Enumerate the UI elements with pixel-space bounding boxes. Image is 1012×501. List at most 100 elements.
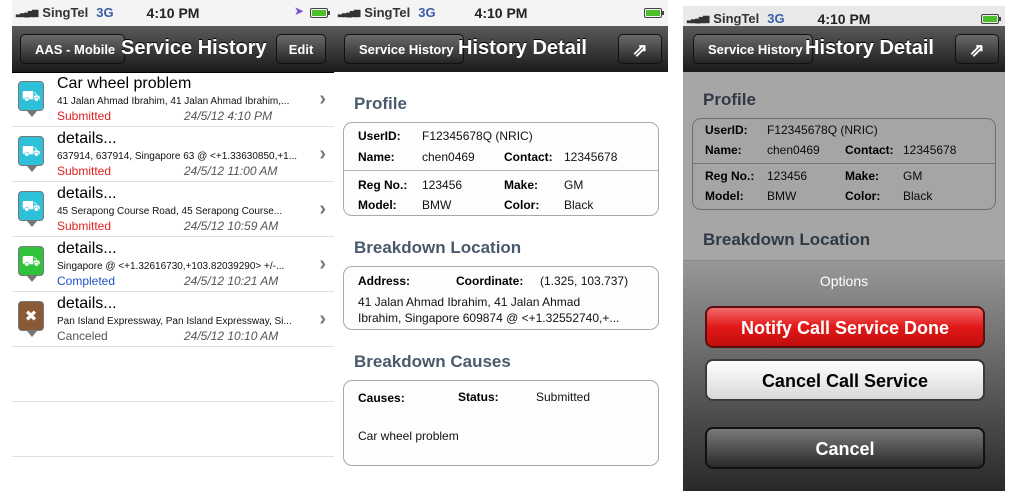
- cause-value: Car wheel problem: [358, 429, 459, 443]
- clock: 4:10 PM: [474, 5, 528, 21]
- color-value: Black: [564, 198, 594, 212]
- options-screen: ▂▃▄▅▆ SingTel 3G 4:10 PM Service History H…: [683, 6, 1005, 491]
- item-title: details...: [57, 295, 117, 312]
- causes-heading: Breakdown Causes: [354, 352, 511, 371]
- car-icon: ⛟: [18, 81, 44, 117]
- page-title: History Detail: [805, 37, 934, 59]
- battery-icon: [644, 8, 664, 18]
- address-label: Address:: [358, 274, 411, 288]
- empty-row: [12, 347, 334, 402]
- clock: 4:10 PM: [817, 11, 871, 27]
- item-address: Singapore @ <+1.32616730,+103.82039290> …: [57, 261, 285, 272]
- make-label: Make:: [504, 178, 539, 192]
- causes-label: Causes:: [358, 391, 405, 405]
- item-status: Canceled: [57, 329, 108, 343]
- model-value: BMW: [422, 198, 452, 212]
- item-address: 41 Jalan Ahmad Ibrahim, 41 Jalan Ahmad I…: [57, 96, 290, 107]
- make-value: GM: [564, 178, 584, 192]
- car-icon: ⛟: [18, 136, 44, 172]
- car-icon: ⛟: [18, 191, 44, 227]
- list-item[interactable]: ✖ details... Pan Island Expressway, Pan Is…: [12, 292, 334, 347]
- navigation-bar: AAS - Mobile Service History Edit: [12, 26, 334, 73]
- list-item[interactable]: ⛟ details... Singapore @ <+1.32616730,+103…: [12, 237, 334, 292]
- service-history-screen: ▂▃▄▅▆ SingTel 3G 4:10 PM ➤ AAS - Mobile Se…: [12, 0, 334, 501]
- coordinate-value: (1.325, 103.737): [540, 274, 629, 288]
- item-title: details...: [57, 185, 117, 202]
- list-item[interactable]: ⛟ details... 45 Serapong Course Road, 45 S…: [12, 182, 334, 237]
- detail-content: Profile UserID: F12345678Q (NRIC) Name: …: [334, 72, 668, 501]
- profile-card: UserID: F12345678Q (NRIC) Name: chen0469…: [343, 122, 659, 216]
- navigation-bar: Service History History Detail ⇗: [683, 26, 1005, 73]
- back-button[interactable]: AAS - Mobile: [20, 34, 126, 64]
- history-detail-screen: ▂▃▄▅▆ SingTel 3G 4:10 PM Service History H…: [334, 0, 668, 501]
- address-line-1: 41 Jalan Ahmad Ibrahim, 41 Jalan Ahmad: [358, 295, 581, 309]
- profile-heading: Profile: [354, 94, 407, 113]
- share-icon: ⇗: [969, 40, 985, 60]
- service-history-list: ⛟ Car wheel problem 41 Jalan Ahmad Ibrahim…: [12, 72, 334, 501]
- battery-icon: [310, 8, 330, 18]
- item-status: Submitted: [57, 164, 112, 178]
- item-status: Submitted: [57, 219, 112, 233]
- share-button[interactable]: ⇗: [955, 34, 999, 64]
- chevron-right-icon: ›: [319, 88, 326, 110]
- edit-button[interactable]: Edit: [276, 34, 326, 64]
- cancel-icon: ✖: [18, 301, 44, 337]
- list-item[interactable]: ⛟ details... 637914, 637914, Singapore 63 …: [12, 127, 334, 182]
- divider: [344, 170, 658, 171]
- back-button[interactable]: Service History: [693, 34, 813, 64]
- chevron-right-icon: ›: [319, 143, 326, 165]
- item-title: Car wheel problem: [57, 75, 192, 92]
- action-sheet-title: Options: [819, 273, 869, 289]
- contact-value: 12345678: [564, 150, 618, 164]
- options-action-sheet: Options Notify Call Service Done Cancel …: [683, 260, 1005, 491]
- back-button[interactable]: Service History: [344, 34, 464, 64]
- status-value: Submitted: [536, 390, 591, 404]
- reg-label: Reg No.:: [358, 178, 408, 192]
- tow-truck-icon: ⛟: [18, 246, 44, 282]
- status-bar: ▂▃▄▅▆ SingTel 3G 4:10 PM: [334, 0, 668, 26]
- empty-row: [12, 402, 334, 457]
- status-bar: ▂▃▄▅▆ SingTel 3G 4:10 PM ➤: [12, 0, 334, 26]
- chevron-right-icon: ›: [319, 308, 326, 330]
- name-value: chen0469: [422, 150, 475, 164]
- item-date: 24/5/12 10:21 AM: [184, 274, 279, 288]
- causes-card: Causes: Status: Submitted Car wheel prob…: [343, 380, 659, 466]
- item-date: 24/5/12 11:00 AM: [184, 164, 278, 178]
- item-address: 637914, 637914, Singapore 63 @ <+1.33630…: [57, 151, 298, 162]
- userid-label: UserID:: [358, 129, 401, 143]
- status-label: Status:: [458, 390, 499, 404]
- color-label: Color:: [504, 198, 540, 212]
- item-title: details...: [57, 240, 117, 257]
- item-date: 24/5/12 10:10 AM: [184, 329, 279, 343]
- page-title: History Detail: [458, 37, 587, 59]
- item-date: 24/5/12 10:59 AM: [184, 219, 279, 233]
- reg-value: 123456: [422, 178, 463, 192]
- item-address: 45 Serapong Course Road, 45 Serapong Cou…: [57, 206, 283, 217]
- navigation-bar: Service History History Detail ⇗: [334, 26, 668, 73]
- location-arrow-icon: ➤: [293, 4, 304, 18]
- model-label: Model:: [358, 198, 397, 212]
- contact-label: Contact:: [504, 150, 553, 164]
- clock: 4:10 PM: [146, 5, 200, 21]
- cancel-button[interactable]: Cancel: [705, 427, 985, 469]
- notify-call-service-done-button[interactable]: Notify Call Service Done: [705, 306, 985, 348]
- share-button[interactable]: ⇗: [618, 34, 662, 64]
- battery-icon: [981, 14, 1001, 24]
- item-address: Pan Island Expressway, Pan Island Expres…: [57, 316, 292, 327]
- item-date: 24/5/12 4:10 PM: [184, 109, 273, 123]
- coordinate-label: Coordinate:: [456, 274, 524, 288]
- empty-row: [12, 457, 334, 501]
- list-item[interactable]: ⛟ Car wheel problem 41 Jalan Ahmad Ibrahim…: [12, 72, 334, 127]
- item-title: details...: [57, 130, 117, 147]
- item-status: Completed: [57, 274, 116, 288]
- name-label: Name:: [358, 150, 395, 164]
- chevron-right-icon: ›: [319, 198, 326, 220]
- share-icon: ⇗: [632, 40, 648, 60]
- chevron-right-icon: ›: [319, 253, 326, 275]
- item-status: Submitted: [57, 109, 112, 123]
- userid-value: F12345678Q (NRIC): [422, 129, 533, 143]
- location-card: Address: Coordinate: (1.325, 103.737) 41…: [343, 266, 659, 330]
- cancel-call-service-button[interactable]: Cancel Call Service: [705, 359, 985, 401]
- page-title: Service History: [121, 37, 267, 59]
- location-heading: Breakdown Location: [354, 238, 522, 257]
